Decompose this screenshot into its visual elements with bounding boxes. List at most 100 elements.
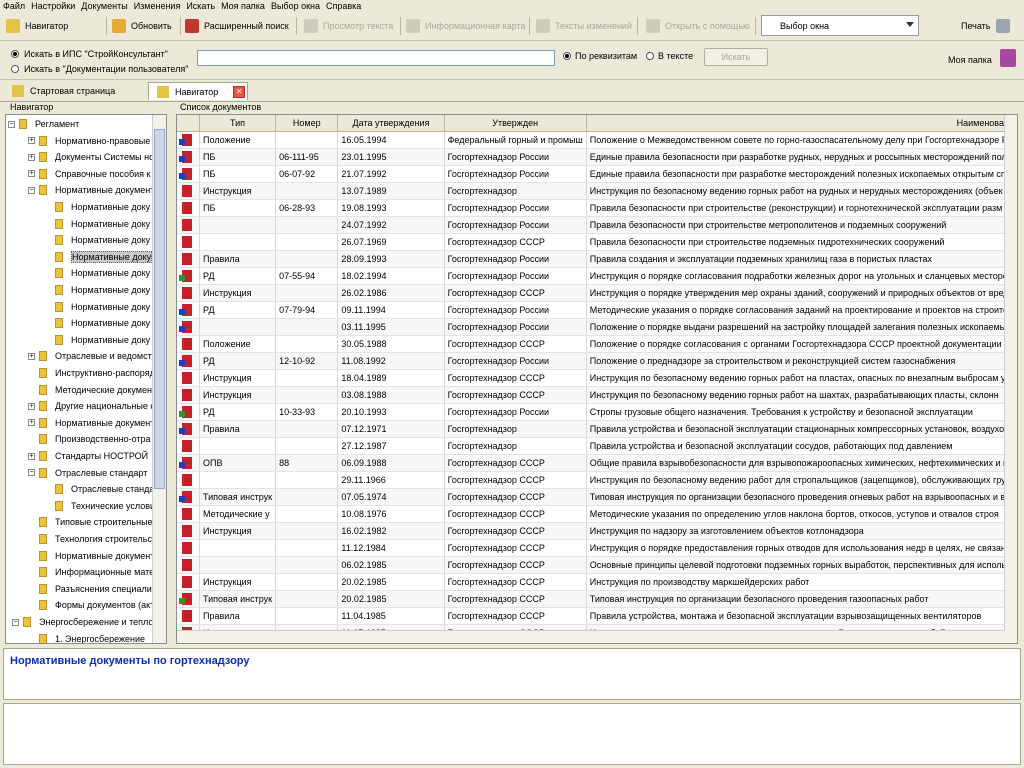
- table-row[interactable]: ПБ 06-111-95 23.01.1995 Госгортехнадзор Рос…: [177, 148, 1017, 166]
- navigator-button[interactable]: Навигатор: [6, 16, 68, 36]
- table-row[interactable]: Положение 16.05.1994 Федеральный горный и …: [177, 131, 1017, 149]
- tree-item[interactable]: − Нормативные документ: [28, 182, 154, 198]
- table-row[interactable]: Инструкция 20.02.1985 Госгортехнадзор СССР…: [177, 573, 1017, 591]
- tree-item[interactable]: − Отраслевые стандарт: [28, 465, 147, 481]
- scope-ips-radio[interactable]: [11, 50, 19, 58]
- table-row[interactable]: Инструкция 03.08.1988 Госгортехнадзор СССР…: [177, 386, 1017, 404]
- collapse-icon[interactable]: −: [28, 469, 35, 477]
- search-button[interactable]: Искать: [704, 48, 768, 66]
- collapse-icon[interactable]: −: [12, 618, 19, 626]
- tree-item[interactable]: − Регламент: [8, 116, 79, 132]
- tree-item[interactable]: Нормативные доку: [44, 332, 150, 348]
- advanced-search-button[interactable]: Расширенный поиск: [185, 16, 289, 36]
- table-row[interactable]: Инструкция 16.02.1982 Госгортехнадзор СССР…: [177, 522, 1017, 540]
- table-row[interactable]: Положение 30.05.1988 Госгортехнадзор СССР П…: [177, 335, 1017, 353]
- my-folder-label[interactable]: Моя папка: [948, 55, 992, 65]
- column-header-type[interactable]: Тип: [199, 115, 277, 132]
- table-row[interactable]: 27.12.1987 Госгортехнадзор Правила устройс…: [177, 437, 1017, 455]
- expand-icon[interactable]: +: [28, 170, 35, 178]
- tab-start-page[interactable]: Стартовая страница: [4, 82, 144, 100]
- menu-search[interactable]: Искать: [183, 0, 218, 13]
- column-header-number[interactable]: Номер: [275, 115, 339, 132]
- tree-item[interactable]: Технические услови: [44, 498, 155, 514]
- table-row[interactable]: 03.11.1995 Госгортехнадзор России Положени…: [177, 318, 1017, 336]
- window-select-dropdown[interactable]: Выбор окна: [761, 15, 919, 36]
- table-row[interactable]: ПБ 06-07-92 21.07.1992 Госгортехнадзор Росс…: [177, 165, 1017, 183]
- expand-icon[interactable]: +: [28, 352, 35, 360]
- table-row[interactable]: 29.11.1966 Госгортехнадзор СССР Инструкция…: [177, 471, 1017, 489]
- tree-item[interactable]: Типовые строительные: [28, 514, 153, 530]
- table-row[interactable]: 24.07.1992 Госгортехнадзор России Правила …: [177, 216, 1017, 234]
- table-row[interactable]: 11.12.1984 Госгортехнадзор СССР Инструкция…: [177, 539, 1017, 557]
- menu-my-folder[interactable]: Моя папка: [218, 0, 268, 13]
- expand-icon[interactable]: +: [28, 402, 35, 410]
- tree-item[interactable]: + Нормативные документ: [28, 415, 154, 431]
- collapse-icon[interactable]: −: [28, 186, 35, 194]
- tree-item[interactable]: Нормативные доку: [44, 299, 150, 315]
- collapse-icon[interactable]: −: [8, 120, 15, 128]
- open-with-button[interactable]: Открыть с помощью: [646, 16, 750, 36]
- menu-settings[interactable]: Настройки: [28, 0, 78, 13]
- tree-item[interactable]: + Справочные пособия к: [28, 166, 150, 182]
- table-row[interactable]: Инструкция 18.04.1989 Госгортехнадзор СССР…: [177, 369, 1017, 387]
- tree-item[interactable]: Производственно-отра: [28, 431, 151, 447]
- table-row[interactable]: Инструкция 13.07.1989 Госгортехнадзор Инстр…: [177, 182, 1017, 200]
- tree-item[interactable]: Нормативные доку: [44, 282, 150, 298]
- tree-item[interactable]: 1. Энергосбережение: [28, 631, 145, 643]
- table-row[interactable]: Методические у 10.08.1976 Госгортехнадзор …: [177, 505, 1017, 523]
- tree-item[interactable]: Нормативные доку: [44, 232, 150, 248]
- tree-item[interactable]: Нормативные доку: [44, 265, 150, 281]
- tree-item[interactable]: + Стандарты НОСТРОЙ: [28, 448, 148, 464]
- my-folder-icon[interactable]: [1000, 49, 1016, 67]
- table-row[interactable]: РД 10-33-93 20.10.1993 Госгортехнадзор Росс…: [177, 403, 1017, 421]
- tree-item[interactable]: Информационные матер: [28, 564, 159, 580]
- tree-item[interactable]: Нормативные доку: [44, 315, 150, 331]
- table-row[interactable]: ПБ 06-28-93 19.08.1993 Госгортехнадзор Росс…: [177, 199, 1017, 217]
- tree-item[interactable]: Методические докумен: [28, 382, 152, 398]
- table-row[interactable]: РД 07-55-94 18.02.1994 Госгортехнадзор Росс…: [177, 267, 1017, 285]
- refresh-button[interactable]: Обновить: [112, 16, 172, 36]
- menu-changes[interactable]: Изменения: [131, 0, 184, 13]
- expand-icon[interactable]: +: [28, 153, 35, 161]
- scope-user-docs-radio[interactable]: [11, 65, 19, 73]
- tree-item[interactable]: Технология строительс: [28, 531, 152, 547]
- tree-item[interactable]: + Нормативно-правовые ,: [28, 133, 155, 149]
- tree-item[interactable]: + Другие национальные с: [28, 398, 155, 414]
- table-row[interactable]: Инструкция 26.02.1986 Госгортехнадзор СССР…: [177, 284, 1017, 302]
- table-row[interactable]: Правила 07.12.1971 Госгортехнадзор Правила …: [177, 420, 1017, 438]
- tree-item[interactable]: − Энергосбережение и тепло: [12, 614, 153, 630]
- tree-item[interactable]: Формы документов (акт: [28, 597, 154, 613]
- menu-file[interactable]: Файл: [0, 0, 28, 13]
- tree-item[interactable]: Отраслевые станда: [44, 481, 154, 497]
- column-header-name[interactable]: Наименова: [586, 115, 1017, 132]
- tree-item[interactable]: + Отраслевые и ведомств: [28, 348, 157, 364]
- expand-icon[interactable]: +: [28, 419, 35, 427]
- column-header-date[interactable]: Дата утверждения: [337, 115, 445, 132]
- view-text-button[interactable]: Просмотр текста: [304, 16, 393, 36]
- print-button[interactable]: Печать: [961, 16, 1011, 36]
- list-vertical-scrollbar[interactable]: [1004, 115, 1017, 643]
- info-card-button[interactable]: Информационная карта: [406, 16, 526, 36]
- in-text-radio[interactable]: [646, 52, 654, 60]
- expand-icon[interactable]: +: [28, 452, 35, 460]
- navigator-scrollbar[interactable]: [152, 115, 166, 643]
- table-row[interactable]: Типовая инструк 07.05.1974 Госгортехнадзор…: [177, 488, 1017, 506]
- change-texts-button[interactable]: Тексты изменений: [536, 16, 632, 36]
- table-row[interactable]: Правила 28.09.1993 Госгортехнадзор России П…: [177, 250, 1017, 268]
- scroll-thumb[interactable]: [154, 129, 165, 489]
- search-input[interactable]: [197, 50, 555, 66]
- table-row[interactable]: РД 07-79-94 09.11.1994 Госгортехнадзор Росс…: [177, 301, 1017, 319]
- table-row[interactable]: Типовая инструк 20.02.1985 Госгортехнадзор…: [177, 590, 1017, 608]
- tree-item[interactable]: Нормативные документ: [28, 548, 154, 564]
- tree-item[interactable]: Нормативные доку: [44, 199, 150, 215]
- close-icon[interactable]: ✕: [233, 85, 246, 98]
- list-horizontal-scrollbar[interactable]: [177, 630, 1005, 643]
- column-header-icon[interactable]: [177, 115, 201, 132]
- menu-documents[interactable]: Документы: [78, 0, 130, 13]
- table-row[interactable]: 26.07.1969 Госгортехнадзор СССР Правила бе…: [177, 233, 1017, 251]
- table-row[interactable]: ОПВ 88 06.09.1988 Госгортехнадзор СССР Общие…: [177, 454, 1017, 472]
- table-row[interactable]: 06.02.1985 Госгортехнадзор СССР Основные п…: [177, 556, 1017, 574]
- tree-item[interactable]: Нормативные доку: [44, 216, 150, 232]
- table-row[interactable]: Правила 11.04.1985 Госгортехнадзор СССР Пра…: [177, 607, 1017, 625]
- tree-item[interactable]: Нормативные доку: [44, 249, 153, 265]
